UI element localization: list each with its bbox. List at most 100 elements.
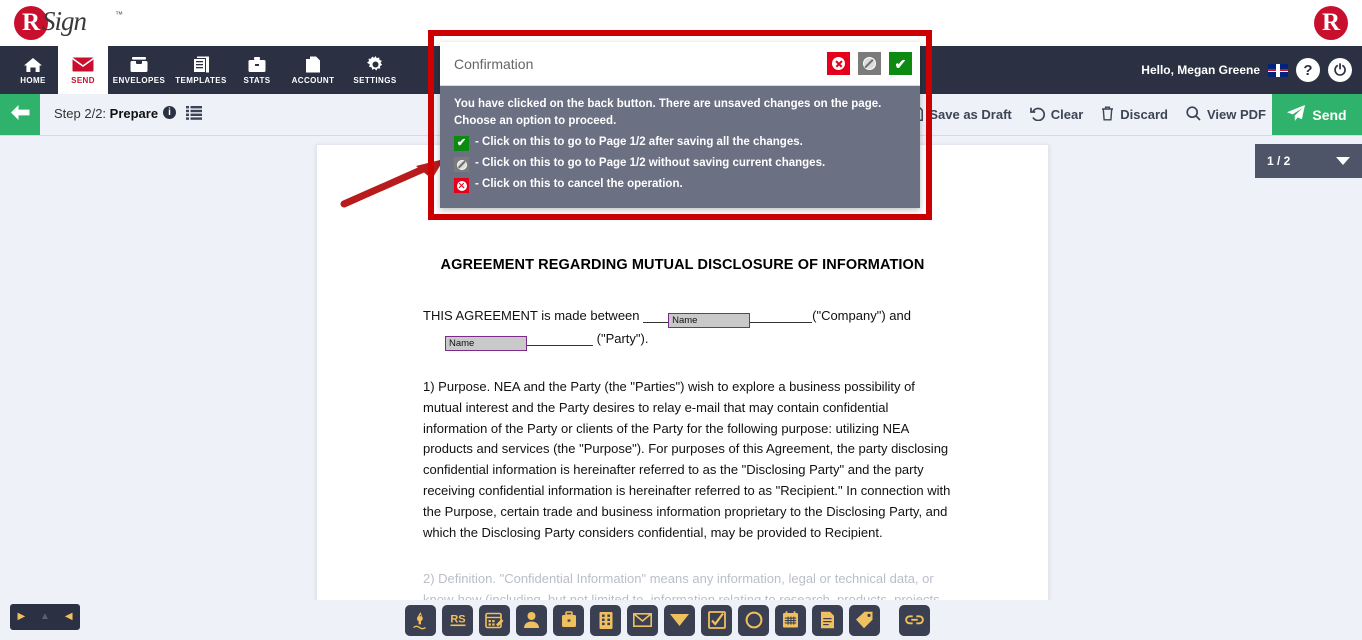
step-name: Prepare [109, 106, 159, 121]
link-icon[interactable] [899, 604, 930, 636]
nav-item-envelopes[interactable]: ENVELOPES [108, 46, 170, 94]
page-nav-pad: ▶ ▲ ◀ [10, 604, 80, 630]
briefcase-icon[interactable] [553, 604, 584, 636]
save-as-draft-button[interactable]: Save as Draft [910, 105, 1012, 124]
nav-label-settings: SETTINGS [353, 75, 397, 85]
paper-plane-icon [1287, 105, 1306, 124]
dialog-option-nosave-text: - Click on this to go to Page 1/2 withou… [475, 157, 826, 169]
trash-icon [1101, 106, 1114, 124]
text-document-icon[interactable] [812, 604, 843, 636]
signature-pen-icon[interactable] [405, 604, 436, 636]
circle-x-icon [832, 57, 845, 70]
svg-text:RS: RS [450, 614, 465, 626]
gear-icon [366, 56, 384, 74]
list-icon[interactable] [186, 106, 202, 125]
person-icon[interactable] [516, 604, 547, 636]
help-icon[interactable]: ? [1296, 58, 1320, 82]
nav-label-stats: STATS [243, 75, 271, 85]
paragraph-1-text: 1) Purpose. NEA and the Party (the "Part… [423, 379, 951, 540]
uk-flag-icon[interactable] [1268, 63, 1288, 77]
play-left-icon[interactable]: ◀ [65, 612, 73, 622]
back-arrow-icon [10, 104, 30, 125]
dialog-option-cancel-text: - Click on this to cancel the operation. [475, 178, 683, 190]
date-stamp-icon[interactable] [479, 604, 510, 636]
rsign-logo-tm: ™ [115, 10, 123, 19]
document-paragraph-1: 1) Purpose. NEA and the Party (the "Part… [423, 377, 953, 543]
send-label: Send [1312, 106, 1347, 123]
play-right-icon[interactable]: ▶ [17, 612, 25, 622]
dialog-body: You have clicked on the back button. The… [440, 86, 920, 208]
documents-icon [192, 56, 210, 74]
envelope-icon[interactable] [627, 604, 658, 636]
dialog-title: Confirmation [454, 55, 534, 72]
bottom-bar: ▶ ▲ ◀ RS [0, 600, 1362, 640]
circle-slash-icon [456, 159, 467, 170]
clear-label: Clear [1050, 107, 1084, 122]
search-icon [1186, 105, 1201, 124]
back-button[interactable] [0, 94, 40, 135]
agreement-line-2: Name ("Party"). [423, 328, 953, 351]
dialog-option-save: ✔ - Click on this to go to Page 1/2 afte… [454, 136, 906, 151]
dialog-header: Confirmation ✔ [440, 42, 920, 86]
nav-label-home: HOME [20, 75, 46, 85]
nav-label-account: ACCOUNT [291, 75, 335, 85]
dialog-option-save-text: - Click on this to go to Page 1/2 after … [475, 136, 803, 148]
chevron-down-icon [1336, 154, 1350, 168]
envelope-icon [72, 56, 94, 74]
circle-x-icon [456, 180, 467, 191]
step-prefix: Step 2/2: [54, 106, 110, 121]
dialog-option-nosave: - Click on this to go to Page 1/2 withou… [454, 157, 906, 172]
send-button[interactable]: Send [1272, 94, 1362, 135]
pages-icon [305, 56, 322, 74]
power-icon[interactable]: ⏻ [1328, 58, 1352, 82]
nav-item-home[interactable]: HOME [8, 46, 58, 94]
briefcase-icon [248, 56, 266, 74]
right-toolbar: Save as Draft Clear Discard View PDF [910, 94, 1266, 135]
clear-button[interactable]: Clear [1029, 106, 1084, 124]
dropdown-triangle-icon[interactable] [664, 604, 695, 636]
calendar-icon[interactable] [775, 604, 806, 636]
nav-items: HOME SEND ENVELOPES TEMPLATES STATS ACCO… [8, 46, 406, 94]
option-swatch-gray [454, 157, 469, 172]
dialog-buttons: ✔ [827, 52, 912, 75]
nav-item-settings[interactable]: SETTINGS [344, 46, 406, 94]
rsign-logo-script: Sign [42, 6, 87, 36]
field-tool-bar: RS [405, 602, 930, 638]
step-info-icon[interactable]: i [163, 106, 176, 119]
confirmation-dialog[interactable]: Confirmation ✔ You have clicked on the b… [440, 42, 920, 208]
check-icon: ✔ [456, 137, 467, 149]
annotation-arrow [340, 158, 450, 215]
nav-label-templates: TEMPLATES [175, 75, 227, 85]
agreement-line-2-suffix: ("Party"). [596, 331, 649, 346]
rsign-app: R Sign ™ R HOME SEND ENVELOPES TEMPLATES… [0, 0, 1362, 640]
building-icon[interactable] [590, 604, 621, 636]
circle-slash-icon [863, 57, 876, 70]
logo-bar: R Sign ™ R [0, 0, 1362, 46]
document-body: THIS AGREEMENT is made between Name ("Com… [423, 305, 953, 606]
radio-circle-icon[interactable] [738, 604, 769, 636]
nav-item-templates[interactable]: TEMPLATES [170, 46, 232, 94]
triangle-up-icon[interactable]: ▲ [40, 612, 50, 622]
dialog-option-cancel: - Click on this to cancel the operation. [454, 178, 906, 193]
page-selector[interactable]: 1 / 2 [1255, 144, 1362, 178]
user-greeting: Hello, Megan Greene [1141, 63, 1260, 77]
dialog-cancel-button[interactable] [827, 52, 850, 75]
nav-item-send[interactable]: SEND [58, 46, 108, 94]
tag-icon[interactable] [849, 604, 880, 636]
dialog-save-button[interactable]: ✔ [889, 52, 912, 75]
step-label: Step 2/2: Prepare [54, 106, 158, 121]
nav-item-account[interactable]: ACCOUNT [282, 46, 344, 94]
checkbox-icon[interactable] [701, 604, 732, 636]
save-as-draft-label: Save as Draft [929, 107, 1012, 122]
name-token-party[interactable]: Name [445, 336, 527, 351]
agreement-line-1-suffix: ("Company") and [812, 308, 911, 323]
undo-circle-icon [1029, 106, 1045, 124]
dialog-discard-button[interactable] [858, 52, 881, 75]
name-token-company[interactable]: Name [668, 313, 751, 328]
discard-button[interactable]: Discard [1101, 106, 1168, 124]
nav-item-stats[interactable]: STATS [232, 46, 282, 94]
rsign-logo[interactable]: R Sign ™ [14, 2, 134, 44]
initials-rs-icon[interactable]: RS [442, 604, 473, 636]
home-icon [24, 56, 42, 74]
view-pdf-button[interactable]: View PDF [1186, 105, 1266, 124]
